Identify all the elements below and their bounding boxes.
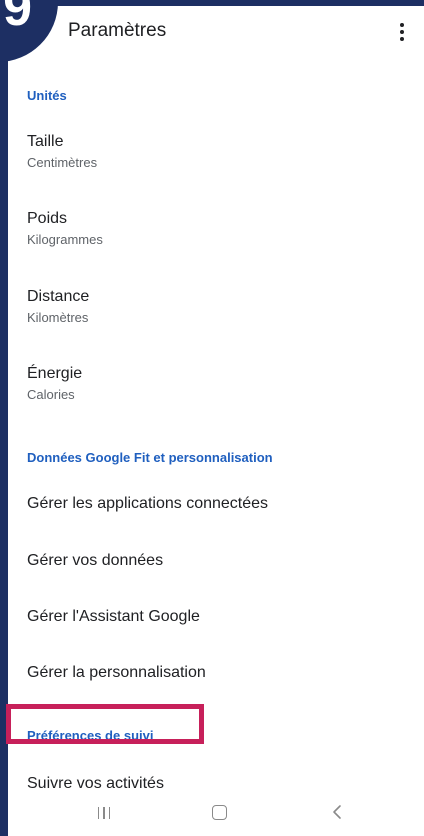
- highlight-box: [6, 704, 204, 744]
- screen: 9 Paramètres Unités Taille Centimètres P…: [0, 0, 424, 836]
- page-title: Paramètres: [68, 20, 167, 41]
- step-number: 9: [3, 0, 32, 37]
- section-header-data: Données Google Fit et personnalisation: [27, 450, 273, 465]
- setting-title: Gérer les applications connectées: [27, 495, 269, 512]
- setting-track-activities[interactable]: Suivre vos activités: [27, 774, 407, 794]
- setting-title: Suivre vos activités: [27, 775, 164, 792]
- home-icon[interactable]: [212, 805, 227, 820]
- setting-value: Calories: [27, 387, 75, 402]
- setting-personalization[interactable]: Gérer la personnalisation: [27, 663, 407, 683]
- setting-value: Kilogrammes: [27, 232, 103, 247]
- system-nav-bar: [8, 792, 424, 836]
- setting-manage-data[interactable]: Gérer vos données: [27, 551, 407, 571]
- setting-title: Gérer l'Assistant Google: [27, 608, 200, 625]
- setting-title: Poids: [27, 210, 68, 227]
- setting-title: Distance: [27, 288, 90, 305]
- setting-title: Énergie: [27, 365, 83, 382]
- setting-distance[interactable]: Distance Kilomètres: [27, 287, 407, 327]
- setting-value: Kilomètres: [27, 310, 89, 325]
- setting-energy[interactable]: Énergie Calories: [27, 364, 407, 404]
- setting-connected-apps[interactable]: Gérer les applications connectées: [27, 494, 407, 514]
- setting-title: Gérer vos données: [27, 552, 164, 569]
- back-icon[interactable]: [328, 802, 348, 822]
- more-vert-icon[interactable]: [388, 16, 416, 48]
- setting-height[interactable]: Taille Centimètres: [27, 132, 407, 172]
- recents-icon[interactable]: [94, 804, 114, 822]
- setting-google-assistant[interactable]: Gérer l'Assistant Google: [27, 607, 407, 627]
- setting-weight[interactable]: Poids Kilogrammes: [27, 209, 407, 249]
- section-header-units: Unités: [27, 88, 67, 103]
- setting-title: Gérer la personnalisation: [27, 664, 206, 681]
- setting-value: Centimètres: [27, 155, 98, 170]
- setting-title: Taille: [27, 133, 64, 150]
- app-bar: Paramètres: [8, 6, 424, 58]
